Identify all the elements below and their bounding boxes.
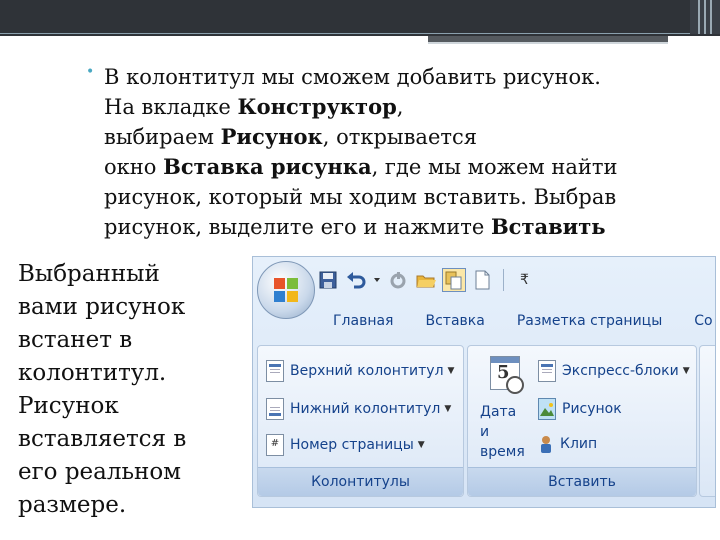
chevron-down-icon: ▼ bbox=[417, 440, 425, 450]
save-icon[interactable] bbox=[317, 269, 339, 291]
footer-icon bbox=[266, 398, 284, 420]
clip-art-icon bbox=[538, 434, 554, 454]
bold-term: Вставить bbox=[490, 214, 606, 239]
group-title: Вставить bbox=[468, 467, 696, 496]
chevron-down-icon: ▼ bbox=[444, 404, 452, 414]
side-note-line: встанет в bbox=[18, 327, 133, 353]
office-logo-icon bbox=[274, 278, 298, 302]
top-bar-accent-line bbox=[0, 33, 720, 34]
footer-button[interactable]: Нижний колонтитул ▼ bbox=[266, 398, 451, 420]
chevron-down-icon[interactable] bbox=[373, 269, 381, 291]
header-button[interactable]: Верхний колонтитул ▼ bbox=[266, 360, 454, 382]
clip-art-button[interactable]: Клип bbox=[538, 434, 597, 454]
side-note: Выбранный вами рисунок встанет в колонти… bbox=[18, 258, 238, 522]
paragraph-line: В колонтитул мы сможем добавить рисунок. bbox=[104, 65, 601, 89]
paste-icon[interactable] bbox=[442, 268, 466, 292]
tab-insert[interactable]: Вставка bbox=[425, 313, 484, 339]
bold-term: Вставка рисунка bbox=[163, 154, 372, 179]
open-folder-icon[interactable] bbox=[415, 269, 437, 291]
side-note-line: вами рисунок bbox=[18, 294, 186, 320]
paragraph-line: выбираем Рисунок, открывается bbox=[104, 124, 478, 149]
side-note-line: Выбранный bbox=[18, 261, 160, 287]
redo-icon[interactable] bbox=[387, 269, 409, 291]
paragraph-line: рисунок, который мы ходим вставить. Выбр… bbox=[104, 185, 617, 209]
picture-button[interactable]: Рисунок bbox=[538, 398, 622, 420]
quick-parts-button[interactable]: Экспресс-блоки ▼ bbox=[538, 360, 690, 382]
paragraph-line: окно Вставка рисунка, где мы можем найти bbox=[104, 154, 618, 179]
group-title: Колонтитулы bbox=[258, 467, 463, 496]
side-note-line: вставляется в bbox=[18, 426, 187, 452]
chevron-down-icon: ▼ bbox=[682, 366, 690, 376]
ribbon-tabs: Главная Вставка Разметка страницы Co bbox=[333, 313, 715, 339]
header-icon bbox=[266, 360, 284, 382]
paragraph-line: На вкладке Конструктор, bbox=[104, 94, 404, 119]
side-note-line: колонтитул. bbox=[18, 360, 167, 386]
ribbon-screenshot: ₹ Главная Вставка Разметка страницы Co В… bbox=[252, 256, 716, 508]
date-time-label: Дата и bbox=[480, 404, 517, 440]
page-number-icon: # bbox=[266, 434, 284, 456]
instruction-paragraph: В колонтитул мы сможем добавить рисунок.… bbox=[104, 62, 704, 242]
insert-group: 5 Дата и время Экспресс-блоки ▼ Рисунок bbox=[467, 345, 697, 497]
tab-next[interactable]: Co bbox=[694, 313, 712, 339]
side-note-line: его реальном bbox=[18, 459, 182, 485]
quick-parts-icon bbox=[538, 360, 556, 382]
tab-home[interactable]: Главная bbox=[333, 313, 393, 339]
slide-top-bar bbox=[0, 0, 720, 36]
bold-term: Конструктор bbox=[237, 94, 397, 119]
clock-icon bbox=[506, 376, 524, 394]
top-bar-underline bbox=[428, 42, 668, 44]
headers-footers-group: Верхний колонтитул ▼ Нижний колонтитул ▼… bbox=[257, 345, 464, 497]
office-button[interactable] bbox=[257, 261, 315, 319]
picture-icon bbox=[538, 398, 556, 420]
toolbar-separator bbox=[503, 269, 504, 291]
side-note-line: размере. bbox=[18, 492, 127, 518]
paragraph-line: рисунок, выделите его и нажмите Вставить bbox=[104, 214, 606, 239]
partial-group bbox=[699, 345, 715, 497]
tab-page-layout[interactable]: Разметка страницы bbox=[517, 313, 662, 339]
chevron-down-icon: ▼ bbox=[447, 366, 455, 376]
side-note-line: Рисунок bbox=[18, 393, 119, 419]
slide-corner-decoration bbox=[690, 0, 720, 34]
bullet-icon: • bbox=[86, 64, 95, 80]
bold-term: Рисунок bbox=[220, 124, 323, 149]
ribbon-groups: Верхний колонтитул ▼ Нижний колонтитул ▼… bbox=[257, 345, 715, 503]
new-document-icon[interactable] bbox=[471, 269, 493, 291]
page-number-button[interactable]: # Номер страницы ▼ bbox=[266, 434, 425, 456]
undo-icon[interactable] bbox=[345, 269, 367, 291]
quick-access-toolbar: ₹ bbox=[317, 263, 529, 297]
customize-toolbar-dropdown[interactable]: ₹ bbox=[520, 272, 529, 288]
date-time-label: время bbox=[480, 444, 525, 460]
